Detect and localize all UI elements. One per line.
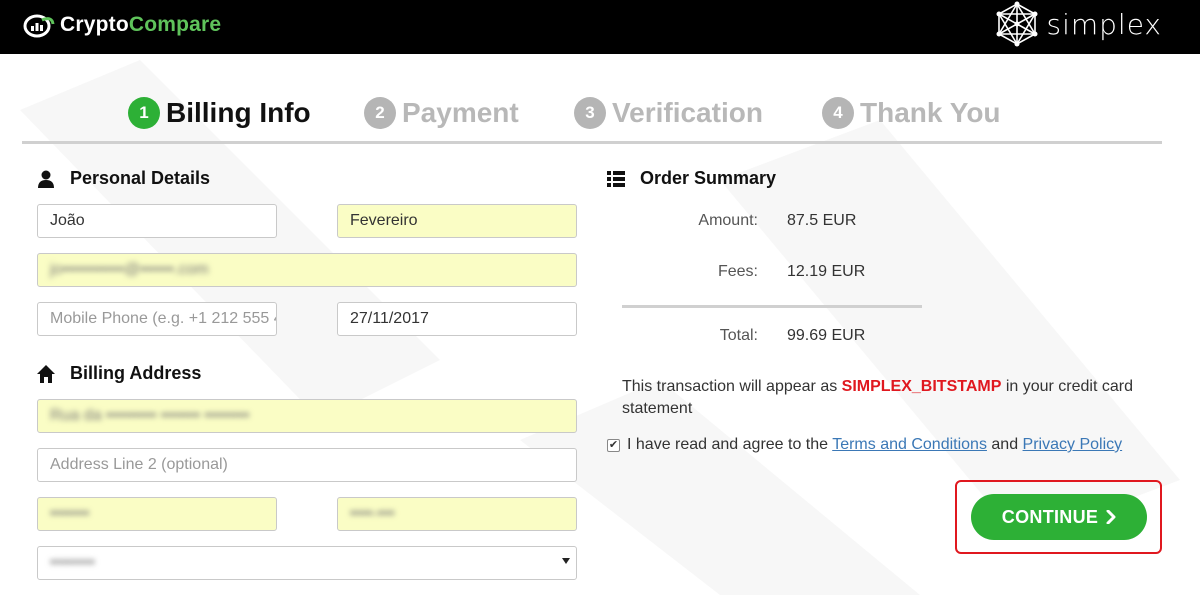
agree-text: I have read and agree to the [627, 436, 833, 453]
step-label: Payment [402, 97, 519, 128]
cryptocompare-logo-icon [23, 14, 55, 38]
continue-button-label: CONTINUE [1001, 506, 1099, 527]
step-payment: 2 Payment [364, 92, 519, 134]
address-line-1-input[interactable]: Rua da ••••••••• ••••••• •••••••• [37, 399, 577, 433]
billing-address-heading: Billing Address [36, 363, 201, 384]
summary-divider [622, 305, 922, 308]
fees-value: 12.19 EUR [787, 263, 866, 280]
personal-details-heading: Personal Details [36, 168, 210, 189]
last-name-input[interactable]: Fevereiro [337, 204, 577, 238]
statement-descriptor: SIMPLEX_BITSTAMP [841, 378, 1002, 395]
country-value-redacted: •••••••• [50, 554, 95, 571]
address-line-1-value-redacted: Rua da ••••••••• ••••••• •••••••• [50, 407, 250, 424]
birth-date-input[interactable]: 27/11/2017 [337, 302, 577, 336]
total-value: 99.69 EUR [787, 327, 866, 344]
city-value-redacted: ••••••• [50, 505, 90, 522]
simplex-logo-text: simplex [1046, 7, 1162, 41]
address-line-2-input[interactable]: Address Line 2 (optional) [37, 448, 577, 482]
checkout-steps: 1 Billing Info 2 Payment 3 Verification … [22, 92, 1162, 144]
step-number-badge: 3 [574, 97, 606, 129]
continue-button[interactable]: CONTINUE [971, 494, 1147, 540]
statement-descriptor-notice: This transaction will appear as SIMPLEX_… [622, 376, 1142, 420]
step-label: Verification [612, 97, 763, 128]
amount-value: 87.5 EUR [787, 212, 857, 229]
simplex-network-icon [996, 1, 1037, 47]
agree-checkbox[interactable]: ✔ [607, 439, 620, 452]
step-thank-you: 4 Thank You [822, 92, 1001, 134]
logo-text-crypto: Crypto [60, 13, 129, 36]
chevron-down-icon [562, 558, 570, 564]
privacy-policy-link[interactable]: Privacy Policy [1023, 436, 1123, 453]
step-billing-info: 1 Billing Info [128, 92, 311, 134]
step-verification: 3 Verification [574, 92, 763, 134]
home-icon [37, 364, 55, 383]
postal-code-input[interactable]: ••••-••• [337, 497, 577, 531]
user-icon [38, 170, 54, 188]
terms-agreement: ✔ I have read and agree to the Terms and… [607, 434, 1147, 456]
simplex-logo: simplex [991, 0, 1163, 48]
terms-link[interactable]: Terms and Conditions [832, 436, 987, 453]
country-select[interactable]: •••••••• [37, 546, 577, 580]
step-number-badge: 2 [364, 97, 396, 129]
fees-label: Fees: [717, 263, 758, 280]
step-label: Thank You [860, 97, 1001, 128]
city-input[interactable]: ••••••• [37, 497, 277, 531]
postal-code-value-redacted: ••••-••• [350, 505, 395, 522]
first-name-input[interactable]: João [37, 204, 277, 238]
chevron-right-icon [1106, 510, 1116, 524]
agree-text: and [986, 436, 1023, 453]
total-label: Total: [719, 327, 758, 344]
notice-text: This transaction will appear as [622, 378, 842, 395]
section-title: Billing Address [70, 363, 202, 383]
step-number-badge: 4 [822, 97, 854, 129]
cryptocompare-logo[interactable]: CryptoCompare [22, 11, 221, 39]
email-input[interactable]: jo•••••••••••@••••••.com [37, 253, 577, 287]
mobile-phone-input[interactable]: Mobile Phone (e.g. +1 212 555 4567) [37, 302, 277, 336]
amount-label: Amount: [698, 212, 758, 229]
list-icon [607, 170, 625, 187]
order-summary-heading: Order Summary [606, 168, 776, 189]
logo-text-compare: Compare [128, 13, 222, 36]
email-value-redacted: jo•••••••••••@••••••.com [50, 261, 209, 278]
section-title: Personal Details [70, 168, 211, 188]
section-title: Order Summary [640, 168, 777, 188]
step-label: Billing Info [166, 97, 311, 128]
top-bar: CryptoCompare simplex [0, 0, 1200, 54]
step-number-badge: 1 [128, 97, 160, 129]
